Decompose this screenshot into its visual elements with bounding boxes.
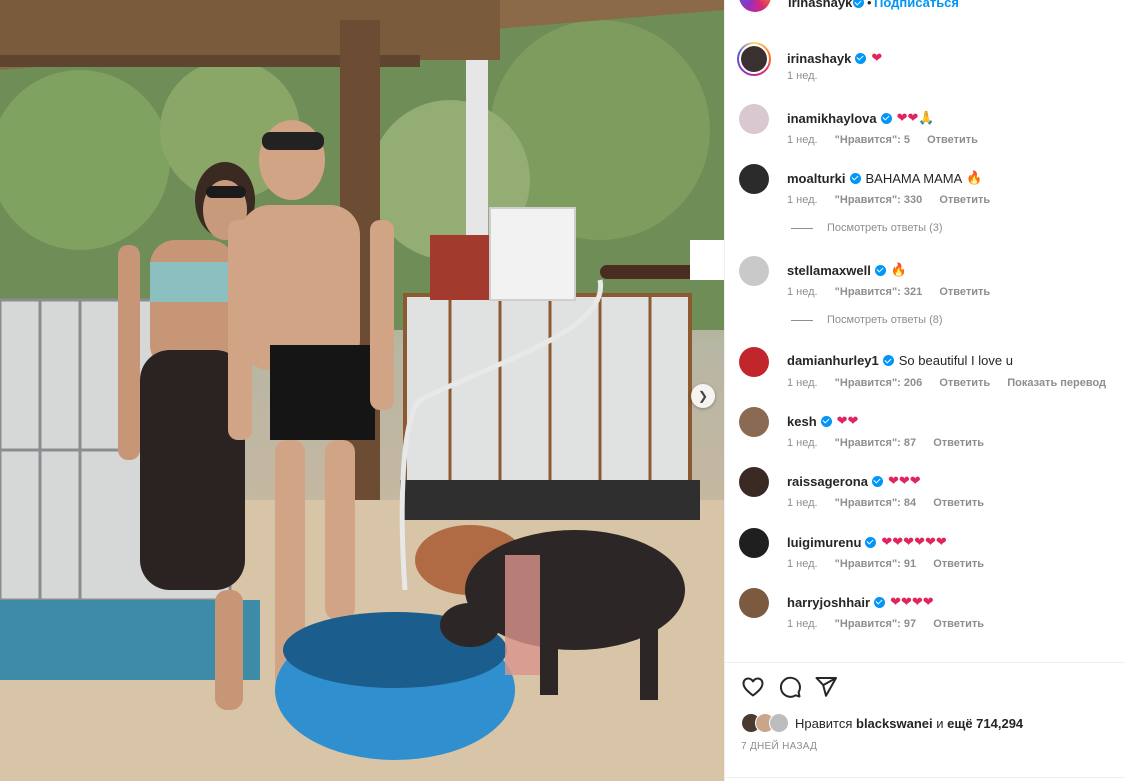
- comment-time: 1 нед.: [787, 286, 818, 298]
- likes-conjunction: и: [936, 715, 944, 731]
- caption-avatar[interactable]: [737, 42, 771, 76]
- comment-time: 1 нед.: [787, 497, 818, 509]
- view-replies-button[interactable]: Посмотреть ответы (3): [791, 222, 943, 234]
- post-header: irinashayk • Подписаться: [725, 0, 1125, 14]
- comments-list[interactable]: irinashayk ❤ 1 нед. inamikhaylova ❤❤🙏 1 …: [725, 32, 1125, 654]
- comment-time: 1 нед.: [787, 618, 818, 630]
- comment-text: So beautiful I love u: [898, 353, 1013, 368]
- liker-avatar: [769, 713, 789, 733]
- likes-count[interactable]: ещё 714,294: [947, 716, 1023, 731]
- verified-badge-icon: [820, 415, 832, 427]
- author-username[interactable]: irinashayk: [788, 0, 852, 10]
- comment-text: BAHAMA MAMA: [865, 170, 963, 186]
- verified-badge-icon: [874, 596, 886, 608]
- replies-divider: [791, 227, 813, 229]
- post-side-panel: irinashayk • Подписаться irinashayk ❤ 1 …: [724, 0, 1125, 781]
- commenter-avatar[interactable]: [739, 588, 769, 618]
- reply-button[interactable]: Ответить: [939, 194, 990, 206]
- caption-time: 1 нед.: [787, 70, 818, 82]
- commenter-avatar[interactable]: [739, 256, 769, 286]
- reply-button[interactable]: Ответить: [933, 618, 984, 630]
- chevron-right-icon: ❯: [697, 389, 709, 403]
- comment-likes[interactable]: "Нравится": 330: [835, 194, 923, 206]
- verified-badge-icon: [849, 172, 861, 184]
- divider: [725, 777, 1125, 778]
- comment-likes[interactable]: "Нравится": 87: [835, 437, 916, 449]
- comment-time: 1 нед.: [787, 377, 818, 389]
- comment-likes[interactable]: "Нравится": 5: [835, 134, 910, 146]
- comment-likes[interactable]: "Нравится": 97: [835, 618, 916, 630]
- comment-username[interactable]: inamikhaylova: [787, 111, 877, 126]
- follow-button[interactable]: Подписаться: [874, 0, 959, 10]
- view-replies-button[interactable]: Посмотреть ответы (8): [791, 314, 943, 326]
- post-date: 7 ДНЕЙ НАЗАД: [741, 741, 818, 752]
- reply-button[interactable]: Ответить: [933, 437, 984, 449]
- comment-username[interactable]: harryjoshhair: [787, 595, 870, 610]
- next-photo-button[interactable]: ❯: [691, 384, 715, 408]
- show-translation-button[interactable]: Показать перевод: [1007, 377, 1106, 389]
- comment-time: 1 нед.: [787, 194, 818, 206]
- commenter-avatar[interactable]: [739, 104, 769, 134]
- heart-outline-icon[interactable]: [741, 675, 765, 699]
- comment-bubble-icon[interactable]: [778, 675, 802, 699]
- reply-button[interactable]: Ответить: [939, 286, 990, 298]
- reply-button[interactable]: Ответить: [933, 558, 984, 570]
- photo-illustration: [0, 0, 724, 781]
- commenter-avatar[interactable]: [739, 164, 769, 194]
- view-replies-label: Посмотреть ответы (3): [827, 222, 943, 234]
- verified-badge-icon: [871, 475, 883, 487]
- likes-prefix: Нравится: [795, 715, 853, 731]
- post-photo[interactable]: ❯: [0, 0, 724, 781]
- post-actions: Нравится blackswanei и ещё 714,294 7 ДНЕ…: [725, 662, 1125, 783]
- liker-username[interactable]: blackswanei: [856, 716, 933, 731]
- comment-likes[interactable]: "Нравится": 206: [835, 377, 923, 389]
- comment-emoji: ❤❤❤: [887, 473, 921, 488]
- comment-likes[interactable]: "Нравится": 84: [835, 497, 916, 509]
- comment-emoji: ❤❤🙏: [896, 110, 935, 125]
- comment-emoji: 🔥: [890, 262, 908, 277]
- replies-divider: [791, 319, 813, 321]
- comment-likes[interactable]: "Нравится": 91: [835, 558, 916, 570]
- comment-emoji: ❤❤: [836, 413, 859, 428]
- comment-username[interactable]: kesh: [787, 414, 817, 429]
- reply-button[interactable]: Ответить: [927, 134, 978, 146]
- comment-time: 1 нед.: [787, 134, 818, 146]
- comment-username[interactable]: luigimurenu: [787, 535, 861, 550]
- reply-button[interactable]: Ответить: [939, 377, 990, 389]
- verified-badge-icon: [853, 0, 864, 8]
- view-replies-label: Посмотреть ответы (8): [827, 314, 943, 326]
- comment-emoji: ❤❤❤❤❤❤: [881, 534, 947, 549]
- comment-time: 1 нед.: [787, 558, 818, 570]
- verified-badge-icon: [882, 355, 894, 366]
- comment-emoji: ❤❤❤❤: [890, 594, 934, 609]
- comment-username[interactable]: moalturki: [787, 171, 846, 186]
- paper-plane-icon[interactable]: [814, 675, 838, 699]
- caption-hearts: ❤: [871, 50, 883, 65]
- likes-summary: Нравится blackswanei и ещё 714,294: [741, 711, 1023, 735]
- author-avatar[interactable]: [739, 0, 771, 12]
- verified-badge-icon: [874, 264, 886, 276]
- verified-badge-icon: [855, 52, 867, 64]
- verified-badge-icon: [880, 112, 892, 124]
- commenter-avatar[interactable]: [739, 528, 769, 558]
- comment-likes[interactable]: "Нравится": 321: [835, 286, 923, 298]
- comment-username[interactable]: stellamaxwell: [787, 263, 871, 278]
- commenter-avatar[interactable]: [739, 347, 769, 377]
- commenter-avatar[interactable]: [739, 407, 769, 437]
- commenter-avatar[interactable]: [739, 467, 769, 497]
- comment-emoji: 🔥: [966, 170, 983, 185]
- reply-button[interactable]: Ответить: [933, 497, 984, 509]
- verified-badge-icon: [865, 536, 877, 548]
- comment-time: 1 нед.: [787, 437, 818, 449]
- comment-username[interactable]: damianhurley1: [787, 353, 879, 368]
- caption-username[interactable]: irinashayk: [787, 51, 851, 66]
- separator-dot: •: [867, 0, 872, 10]
- comment-username[interactable]: raissagerona: [787, 474, 868, 489]
